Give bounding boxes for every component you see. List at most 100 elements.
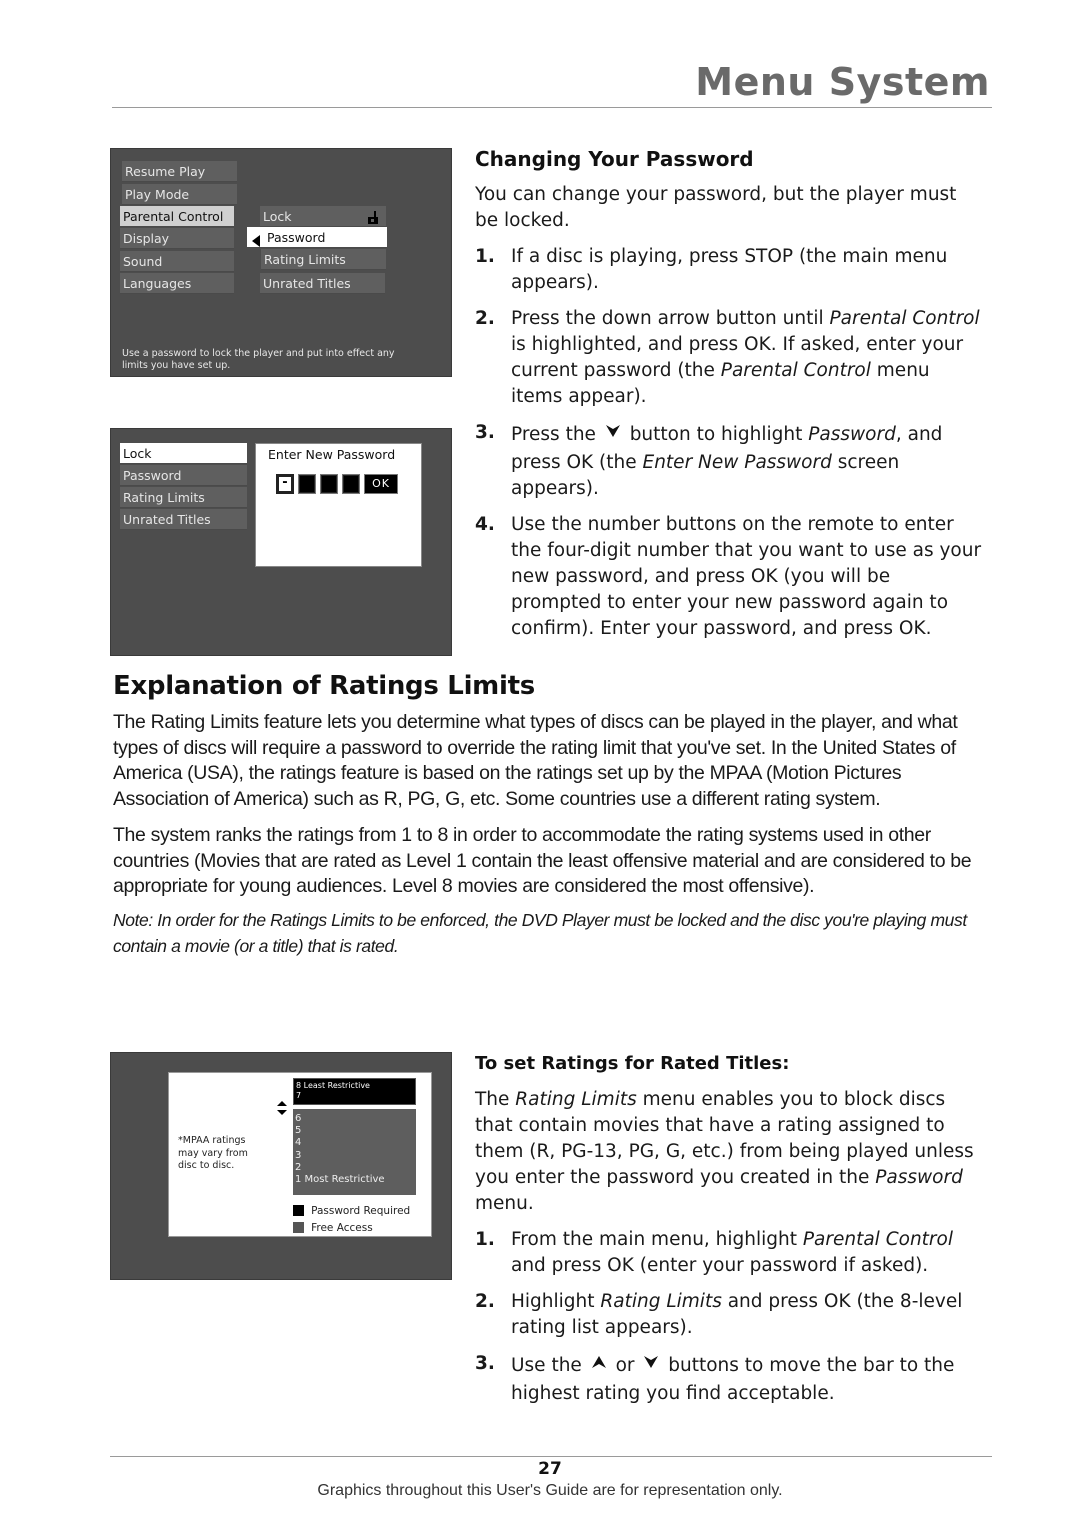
text-run: Highlight <box>511 1291 601 1312</box>
menu-item-password[interactable]: Password <box>120 465 247 486</box>
legend-label: Password Required <box>311 1204 411 1217</box>
digit-value: - <box>282 475 288 490</box>
text-run: and press OK (enter your password if ask… <box>511 1255 929 1276</box>
submenu-item-label: Rating Limits <box>264 252 346 267</box>
menu-item-lock[interactable]: Lock <box>120 443 247 464</box>
step-number: 2. <box>475 308 495 329</box>
rating-level[interactable]: 1 Most Restrictive <box>295 1174 414 1186</box>
step-number: 4. <box>475 514 495 535</box>
rated-titles-section: To set Ratings for Rated Titles: The Rat… <box>475 1051 985 1417</box>
changing-password-intro: You can change your password, but the pl… <box>475 184 957 231</box>
menu-item-label: Display <box>123 231 170 246</box>
osd-main-menu-screenshot: Resume Play Play Mode Parental Control D… <box>110 148 452 377</box>
italic-term: Rating Limits <box>515 1089 637 1110</box>
text-run: Press the down arrow button until <box>511 308 830 329</box>
submenu-item-rating-limits[interactable]: Rating Limits <box>261 249 386 270</box>
text-run: Use the number buttons on the remote to … <box>511 514 982 639</box>
legend-swatch-black <box>293 1205 304 1216</box>
italic-term: Enter New Password <box>642 452 832 473</box>
menu-item-languages[interactable]: Languages <box>120 273 234 294</box>
italic-term: Rating Limits <box>600 1291 722 1312</box>
rated-titles-intro: The Rating Limits menu enables you to bl… <box>475 1087 985 1217</box>
password-digit-4[interactable] <box>342 474 360 494</box>
instruction-step: 1. From the main menu, highlight Parental… <box>475 1227 985 1279</box>
rating-level[interactable]: 7 <box>296 1091 413 1101</box>
up-arrow-icon <box>591 1351 606 1377</box>
text-run: menu. <box>475 1193 534 1214</box>
step-number: 1. <box>475 246 495 267</box>
rating-level[interactable]: 6 <box>295 1113 414 1125</box>
menu-item-label: Password <box>123 468 182 483</box>
menu-item-parental-control[interactable]: Parental Control <box>120 206 234 227</box>
menu-item-display[interactable]: Display <box>120 228 234 249</box>
free-access-block[interactable]: 654321 Most Restrictive <box>293 1109 416 1195</box>
password-digit-1[interactable]: - <box>276 474 294 494</box>
menu-item-unrated-titles[interactable]: Unrated Titles <box>120 509 247 530</box>
footer-note: Graphics throughout this User's Guide ar… <box>317 1482 783 1499</box>
text-run: The <box>475 1089 516 1110</box>
step-text: Use the number buttons on the remote to … <box>511 512 985 642</box>
ratings-note: Note: In order for the Ratings Limits to… <box>113 909 967 956</box>
osd-password-screenshot: Lock Password Rating Limits Unrated Titl… <box>110 428 452 656</box>
menu-item-label: Play Mode <box>125 187 190 202</box>
italic-term: Password <box>875 1167 963 1188</box>
step-text: Highlight Rating Limits and press OK (th… <box>511 1289 985 1341</box>
text-run: Use the <box>511 1355 588 1376</box>
rating-limits-panel: *MPAA ratings may vary from disc to disc… <box>168 1072 432 1237</box>
down-arrow-icon <box>605 420 620 446</box>
changing-password-heading: Changing Your Password <box>475 147 754 171</box>
page-number: 27 <box>538 1459 562 1479</box>
submenu-item-password[interactable]: Password <box>247 227 387 248</box>
down-arrow-icon <box>644 1351 659 1377</box>
menu-item-resume-play[interactable]: Resume Play <box>122 161 237 182</box>
legend-label: Free Access <box>311 1221 373 1234</box>
menu-item-label: Lock <box>123 446 152 461</box>
submenu-item-label: Lock <box>263 209 292 224</box>
instruction-step: 2. Press the down arrow button until Pare… <box>475 306 985 410</box>
header-divider <box>112 107 992 108</box>
password-digit-3[interactable] <box>320 474 338 494</box>
legend-password-required: Password Required <box>293 1200 410 1217</box>
step-number: 3. <box>475 1353 495 1374</box>
rating-level[interactable]: 2 <box>295 1162 414 1174</box>
changing-password-section: Changing Your Password You can change yo… <box>475 146 985 652</box>
up-down-arrow-icon[interactable] <box>277 1100 287 1119</box>
step-text: Use the or buttons to move the bar to th… <box>511 1351 985 1407</box>
ratings-heading: Explanation of Ratings Limits <box>113 671 535 701</box>
legend-free-access: Free Access <box>293 1217 373 1234</box>
text-run: Press the <box>511 424 602 445</box>
dialog-title: Enter New Password <box>268 447 396 462</box>
ok-button[interactable]: OK <box>364 474 398 494</box>
italic-term: Parental Control <box>829 308 980 329</box>
text-run: or <box>609 1355 641 1376</box>
italic-term: Password <box>808 424 896 445</box>
submenu-item-label: Password <box>267 230 326 245</box>
ratings-paragraph-2: The system ranks the ratings from 1 to 8… <box>113 823 972 898</box>
menu-item-label: Sound <box>123 254 163 269</box>
menu-item-sound[interactable]: Sound <box>120 251 234 272</box>
italic-term: Parental Control <box>720 360 871 381</box>
submenu-item-lock[interactable]: Lock <box>260 206 386 227</box>
menu-item-label: Parental Control <box>123 209 224 224</box>
instruction-step: 3. Press the button to highlight Password… <box>475 420 985 502</box>
text-run: If a disc is playing, press STOP (the ma… <box>511 246 948 293</box>
instruction-step: 2. Highlight Rating Limits and press OK (… <box>475 1289 985 1341</box>
enter-password-dialog: Enter New Password - OK <box>255 443 422 567</box>
menu-item-rating-limits[interactable]: Rating Limits <box>120 487 247 508</box>
text-run: button to highlight <box>623 424 809 445</box>
rating-level[interactable]: 4 <box>295 1137 414 1149</box>
submenu-item-unrated-titles[interactable]: Unrated Titles <box>260 273 385 294</box>
rating-level[interactable]: 5 <box>295 1125 414 1137</box>
menu-item-play-mode[interactable]: Play Mode <box>122 184 237 205</box>
rating-level[interactable]: 3 <box>295 1150 414 1162</box>
menu-item-label: Rating Limits <box>123 490 205 505</box>
password-required-block[interactable]: 8 Least Restrictive 7 <box>293 1078 416 1105</box>
instruction-step: 3. Use the or buttons to move the bar to … <box>475 1351 985 1407</box>
step-text: If a disc is playing, press STOP (the ma… <box>511 244 985 296</box>
step-number: 3. <box>475 422 495 443</box>
osd-rating-limits-screenshot: *MPAA ratings may vary from disc to disc… <box>110 1052 452 1280</box>
left-arrow-icon <box>252 232 260 253</box>
menu-item-label: Resume Play <box>125 164 206 179</box>
rating-level[interactable]: 8 Least Restrictive <box>296 1081 413 1091</box>
password-digit-2[interactable] <box>298 474 316 494</box>
